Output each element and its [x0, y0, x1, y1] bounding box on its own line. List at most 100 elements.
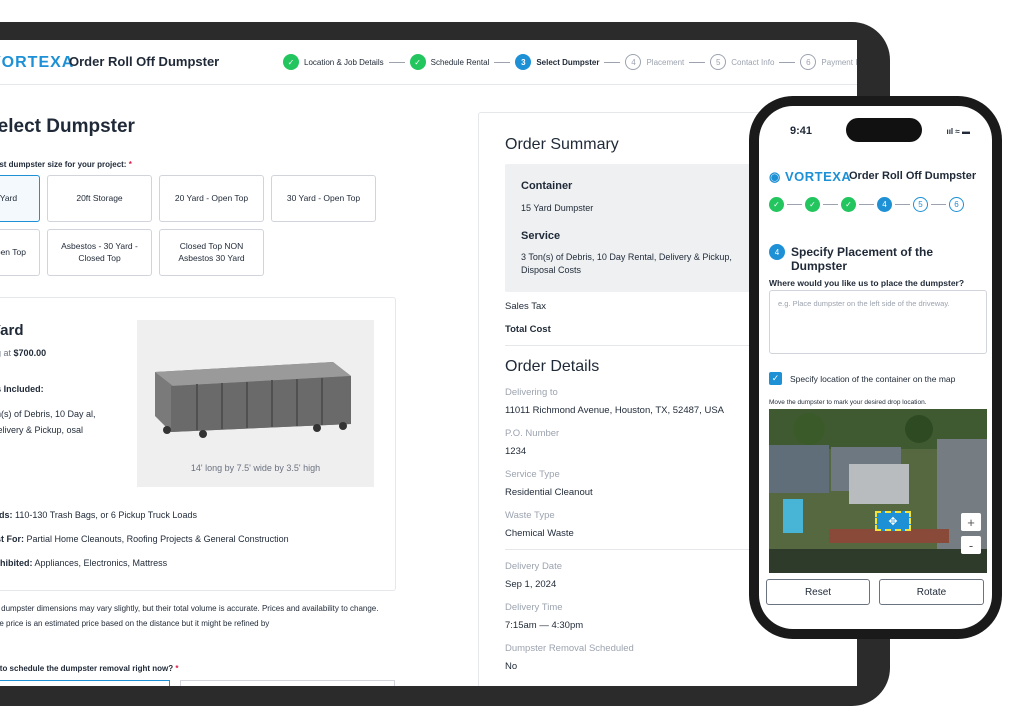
dynamic-island — [846, 118, 922, 142]
map-imagery — [769, 409, 987, 573]
step-number: 4 — [625, 54, 642, 70]
divider — [505, 345, 765, 346]
dumpster-detail-card: Yard ng at $700.00 t's Included: on(s) o… — [0, 297, 396, 591]
dumpster-illustration — [155, 362, 351, 438]
page-title: Select Dumpster — [0, 116, 135, 137]
prohibited-line: rohibited: Appliances, Electronics, Matt… — [0, 558, 168, 568]
step-connector — [388, 61, 405, 63]
step-label: Contact Info — [731, 57, 775, 67]
step-label: Payment Info — [821, 57, 857, 67]
summary-box: Container 15 Yard Dumpster Service 3 Ton… — [505, 164, 765, 292]
step-6[interactable]: 6 Payment Info — [800, 54, 857, 70]
service-value: 3 Ton(s) of Debris, 10 Day Rental, Deliv… — [521, 252, 732, 275]
status-icons: ııl ≈ ▬ — [946, 127, 970, 136]
size-option-15-yard[interactable]: 5 Yard — [0, 175, 40, 222]
step-number: 5 — [710, 54, 727, 70]
satellite-map[interactable]: ✥ + - — [769, 409, 987, 573]
rotate-button[interactable]: Rotate — [879, 579, 984, 605]
step-connector — [787, 204, 802, 205]
mobile-step-4[interactable]: 4 — [877, 197, 892, 212]
map-location-checkbox[interactable]: ✓ — [769, 372, 782, 385]
step-connector — [494, 61, 511, 63]
service-label: Service — [521, 230, 561, 242]
brand-logo[interactable]: VORTEXA — [0, 54, 74, 72]
step-3[interactable]: 3 Select Dumpster — [515, 54, 599, 70]
mobile-step-2[interactable]: ✓ — [805, 197, 820, 212]
removal-option-no[interactable] — [180, 680, 395, 686]
delivery-time-value: 7:15am — 4:30pm — [505, 620, 584, 631]
removal-scheduled-label: Dumpster Removal Scheduled — [505, 643, 634, 654]
step-connector — [859, 204, 874, 205]
removal-option-yes[interactable] — [0, 680, 170, 686]
section-title: Specify Placement of the Dumpster — [791, 245, 934, 273]
mobile-step-5[interactable]: 5 — [913, 197, 928, 212]
step-connector — [689, 61, 706, 63]
app-title: Order Roll Off Dumpster — [849, 170, 977, 182]
check-icon: ✓ — [283, 54, 299, 70]
delivery-time-label: Delivery Time — [505, 602, 563, 613]
container-label: Container — [521, 180, 573, 192]
step-2[interactable]: ✓ Schedule Rental — [409, 54, 490, 70]
mobile-step-6[interactable]: 6 — [949, 197, 964, 212]
map-hint: Move the dumpster to mark your desired d… — [769, 399, 927, 406]
placement-textarea[interactable]: e.g. Place dumpster on the left side of … — [769, 290, 987, 354]
step-number: 3 — [515, 54, 532, 70]
size-option-asbestos-30-yard[interactable]: Asbestos - 30 Yard - Closed Top — [47, 229, 152, 276]
po-number-value: 1234 — [505, 446, 527, 457]
step-connector — [895, 204, 910, 205]
delivering-to-label: Delivering to — [505, 387, 558, 398]
included-title: t's Included: — [0, 384, 44, 394]
mobile-step-1[interactable]: ✓ — [769, 197, 784, 212]
section-number: 4 — [769, 244, 785, 260]
map-location-label: Specify location of the container on the… — [790, 374, 956, 384]
order-details-title: Order Details — [505, 358, 600, 375]
step-5[interactable]: 5 Contact Info — [710, 54, 774, 70]
step-label: Placement — [646, 57, 685, 67]
po-number-label: P.O. Number — [505, 428, 560, 439]
step-connector — [604, 61, 621, 63]
size-option-open-top[interactable]: - Open Top — [0, 229, 40, 276]
delivery-date-value: Sep 1, 2024 — [505, 579, 557, 590]
top-bar: VORTEXA Order Roll Off Dumpster ✓ Locatio… — [0, 40, 857, 85]
move-icon: ✥ — [888, 515, 898, 528]
step-1[interactable]: ✓ Location & Job Details — [283, 54, 384, 70]
size-option-30-yard-open-top[interactable]: 30 Yard - Open Top — [271, 175, 376, 222]
zoom-in-button[interactable]: + — [961, 513, 981, 531]
progress-stepper: ✓ Location & Job Details ✓ Schedule Rental 3… — [283, 53, 857, 71]
order-summary-title: Order Summary — [505, 136, 619, 153]
waste-type-label: Waste Type — [505, 510, 555, 521]
phone-frame: 9:41 ııl ≈ ▬ ◉ VORTEXA Order Roll Off Du… — [749, 96, 1002, 639]
size-option-20-yard-open-top[interactable]: 20 Yard - Open Top — [159, 175, 264, 222]
status-time: 9:41 — [790, 125, 813, 137]
brand-logo[interactable]: ◉ VORTEXA — [769, 169, 851, 185]
dumpster-price: ng at $700.00 — [0, 348, 47, 358]
service-type-value: Residential Cleanout — [505, 487, 593, 498]
size-option-20ft-storage[interactable]: 20ft Storage — [47, 175, 152, 222]
reset-button[interactable]: Reset — [766, 579, 870, 605]
disclaimer-note: All dumpster dimensions may vary slightl… — [0, 604, 379, 628]
step-connector — [779, 61, 796, 63]
dumpster-image: 14' long by 7.5' wide by 3.5' high — [137, 320, 374, 487]
removal-scheduled-value: No — [505, 661, 518, 672]
divider — [505, 549, 765, 550]
waste-type-value: Chemical Waste — [505, 528, 574, 539]
total-cost-label: Total Cost — [505, 324, 551, 335]
delivering-to-value: 11011 Richmond Avenue, Houston, TX, 5248… — [505, 405, 724, 416]
check-icon: ✓ — [409, 54, 426, 70]
step-label: Location & Job Details — [304, 57, 384, 67]
dumpster-title: Yard — [0, 322, 24, 339]
mobile-step-3[interactable]: ✓ — [841, 197, 856, 212]
step-4[interactable]: 4 Placement — [625, 54, 684, 70]
dumpster-marker[interactable]: ✥ — [875, 511, 911, 531]
desktop-screen: VORTEXA Order Roll Off Dumpster ✓ Locatio… — [0, 40, 857, 686]
app-title: Order Roll Off Dumpster — [69, 54, 220, 69]
step-connector — [823, 204, 838, 205]
removal-question: nt to schedule the dumpster removal righ… — [0, 664, 179, 673]
size-option-non-asbestos-30-yard[interactable]: Closed Top NON Asbestos 30 Yard — [159, 229, 264, 276]
service-type-label: Service Type — [505, 469, 560, 480]
dimensions-caption: 14' long by 7.5' wide by 3.5' high — [190, 463, 321, 473]
step-label: Schedule Rental — [430, 57, 490, 67]
included-text: on(s) of Debris, 10 Day al, Delivery & P… — [0, 409, 96, 435]
zoom-out-button[interactable]: - — [961, 536, 981, 554]
size-question: best dumpster size for your project: * — [0, 160, 132, 169]
